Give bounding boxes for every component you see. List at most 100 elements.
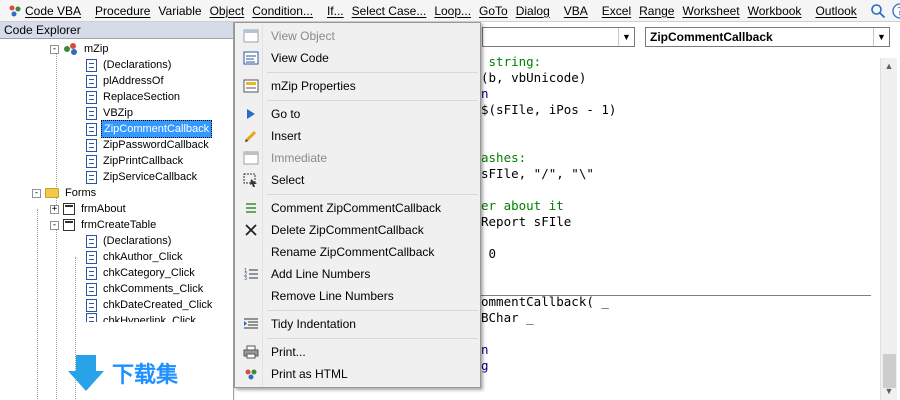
- menu-worksheet[interactable]: Worksheet: [678, 0, 743, 22]
- menu-item-add-line-numbers[interactable]: 123 Add Line Numbers: [237, 263, 478, 285]
- procedure-icon: [86, 58, 97, 72]
- menu-range[interactable]: Range: [635, 0, 678, 22]
- procedure-icon: [86, 266, 97, 280]
- properties-icon: [243, 79, 259, 93]
- menu-separator: [267, 72, 478, 73]
- menu-item-immediate[interactable]: Immediate: [237, 147, 478, 169]
- procedure-icon: [86, 74, 97, 88]
- tree-item-chkdatecreated-click[interactable]: chkDateCreated_Click: [86, 297, 214, 313]
- collapse-icon[interactable]: -: [50, 44, 59, 54]
- menu-item-print[interactable]: Print...: [237, 341, 478, 363]
- print-html-icon: [245, 369, 257, 380]
- expand-icon[interactable]: +: [50, 204, 59, 214]
- code-line: er about it: [481, 198, 564, 213]
- tree-item-forms[interactable]: - Forms: [32, 185, 98, 201]
- code-vba-toolbar: Code VBA Procedure Variable Object Condi…: [0, 0, 900, 22]
- tree-item-declarations[interactable]: (Declarations): [86, 57, 173, 73]
- code-line: n: [481, 342, 489, 357]
- menu-workbook[interactable]: Workbook: [744, 0, 806, 22]
- code-line: string:: [481, 54, 542, 69]
- tree-line: [37, 209, 38, 399]
- code-line: sFIle, "/", "\": [481, 166, 594, 181]
- menu-item-go-to[interactable]: Go to: [237, 103, 478, 125]
- menu-item-comment[interactable]: Comment ZipCommentCallback: [237, 197, 478, 219]
- context-menu: View Object View Code mZip Properties Go…: [234, 22, 481, 388]
- menu-item-select[interactable]: Select: [237, 169, 478, 191]
- menu-outlook[interactable]: Outlook: [811, 0, 860, 22]
- help-button[interactable]: ?: [892, 2, 900, 20]
- search-button[interactable]: [870, 2, 886, 20]
- menu-select-case[interactable]: Select Case...: [348, 0, 431, 22]
- menu-goto[interactable]: GoTo: [475, 0, 512, 22]
- tree-item-zippasswordcallback[interactable]: ZipPasswordCallback: [86, 137, 211, 153]
- tree-item-form-declarations[interactable]: (Declarations): [86, 233, 173, 249]
- code-vba-logo[interactable]: Code VBA: [0, 0, 85, 22]
- menu-variable[interactable]: Variable: [154, 0, 205, 22]
- menu-item-view-object[interactable]: View Object: [237, 25, 478, 47]
- tree-item-chkcategory-click[interactable]: chkCategory_Click: [86, 265, 197, 281]
- tree-item-chkhyperlink-click[interactable]: chkHyperlink_Click: [86, 313, 198, 322]
- tree-item-replacesection[interactable]: ReplaceSection: [86, 89, 182, 105]
- menu-item-view-code[interactable]: View Code: [237, 47, 478, 69]
- scroll-up-icon[interactable]: ▲: [881, 58, 897, 75]
- menu-separator: [267, 310, 478, 311]
- menu-item-mzip-properties[interactable]: mZip Properties: [237, 75, 478, 97]
- code-line: n: [481, 86, 489, 101]
- code-line: Report sFIle: [481, 214, 572, 229]
- indent-icon: [244, 318, 258, 329]
- line-numbers-icon: 123: [244, 268, 258, 281]
- menu-item-rename[interactable]: Rename ZipCommentCallback: [237, 241, 478, 263]
- menu-if[interactable]: If...: [323, 0, 348, 22]
- menu-separator: [267, 338, 478, 339]
- scroll-down-icon[interactable]: ▼: [881, 383, 897, 400]
- menu-item-remove-line-numbers[interactable]: Remove Line Numbers: [237, 285, 478, 307]
- menu-object[interactable]: Object: [206, 0, 249, 22]
- procedure-icon: [86, 122, 97, 136]
- menu-item-delete[interactable]: Delete ZipCommentCallback: [237, 219, 478, 241]
- select-icon: [243, 173, 257, 187]
- tree-item-chkcomments-click[interactable]: chkComments_Click: [86, 281, 205, 297]
- code-line: ashes:: [481, 150, 527, 165]
- tree-item-frmabout[interactable]: + frmAbout: [50, 201, 128, 217]
- procedure-icon: [86, 154, 97, 168]
- procedure-icon: [86, 170, 97, 184]
- tree-item-vbzip[interactable]: VBZip: [86, 105, 135, 121]
- menu-item-insert[interactable]: Insert: [237, 125, 478, 147]
- procedure-divider: [481, 295, 871, 296]
- tree-item-chkauthor-click[interactable]: chkAuthor_Click: [86, 249, 184, 265]
- view-code-icon: [243, 51, 259, 65]
- collapse-icon[interactable]: -: [50, 220, 59, 230]
- tree-item-zipservicecallback[interactable]: ZipServiceCallback: [86, 169, 199, 185]
- menu-vba[interactable]: VBA: [560, 0, 592, 22]
- userform-icon: [63, 203, 75, 215]
- menu-excel[interactable]: Excel: [598, 0, 635, 22]
- tree-item-frmcreatetable[interactable]: - frmCreateTable: [50, 217, 158, 233]
- procedure-icon: [86, 250, 97, 264]
- menu-separator: [267, 194, 478, 195]
- code-vba-menu: Code VBA: [25, 3, 82, 18]
- code-line: (b, vbUnicode): [481, 70, 587, 85]
- delete-x-icon: [245, 224, 257, 236]
- procedure-icon: [86, 106, 97, 120]
- code-vba-logo-icon: [9, 5, 21, 16]
- vertical-scrollbar[interactable]: ▲ ▼: [880, 58, 897, 400]
- svg-text:3: 3: [244, 276, 247, 281]
- menu-item-print-as-html[interactable]: Print as HTML: [237, 363, 478, 385]
- tree-item-zipprintcallback[interactable]: ZipPrintCallback: [86, 153, 185, 169]
- code-line: BChar _: [481, 310, 534, 325]
- tree-item-mzip[interactable]: - mZip: [50, 41, 110, 57]
- menu-condition[interactable]: Condition...: [248, 0, 317, 22]
- menu-loop[interactable]: Loop...: [430, 0, 475, 22]
- procedure-icon: [86, 138, 97, 152]
- tree-item-pladdressof[interactable]: plAddressOf: [86, 73, 166, 89]
- menu-procedure[interactable]: Procedure: [91, 0, 154, 22]
- menu-dialog[interactable]: Dialog: [512, 0, 554, 22]
- download-arrow-icon: [68, 355, 104, 391]
- collapse-icon[interactable]: -: [32, 188, 41, 198]
- module-icon: [64, 43, 77, 55]
- comment-icon: [246, 203, 256, 213]
- tree-item-zipcommentcallback[interactable]: ZipCommentCallback: [86, 120, 213, 138]
- menu-item-tidy-indentation[interactable]: Tidy Indentation: [237, 313, 478, 335]
- watermark-logo: 下载集: [66, 353, 178, 393]
- procedure-icon: [86, 313, 97, 322]
